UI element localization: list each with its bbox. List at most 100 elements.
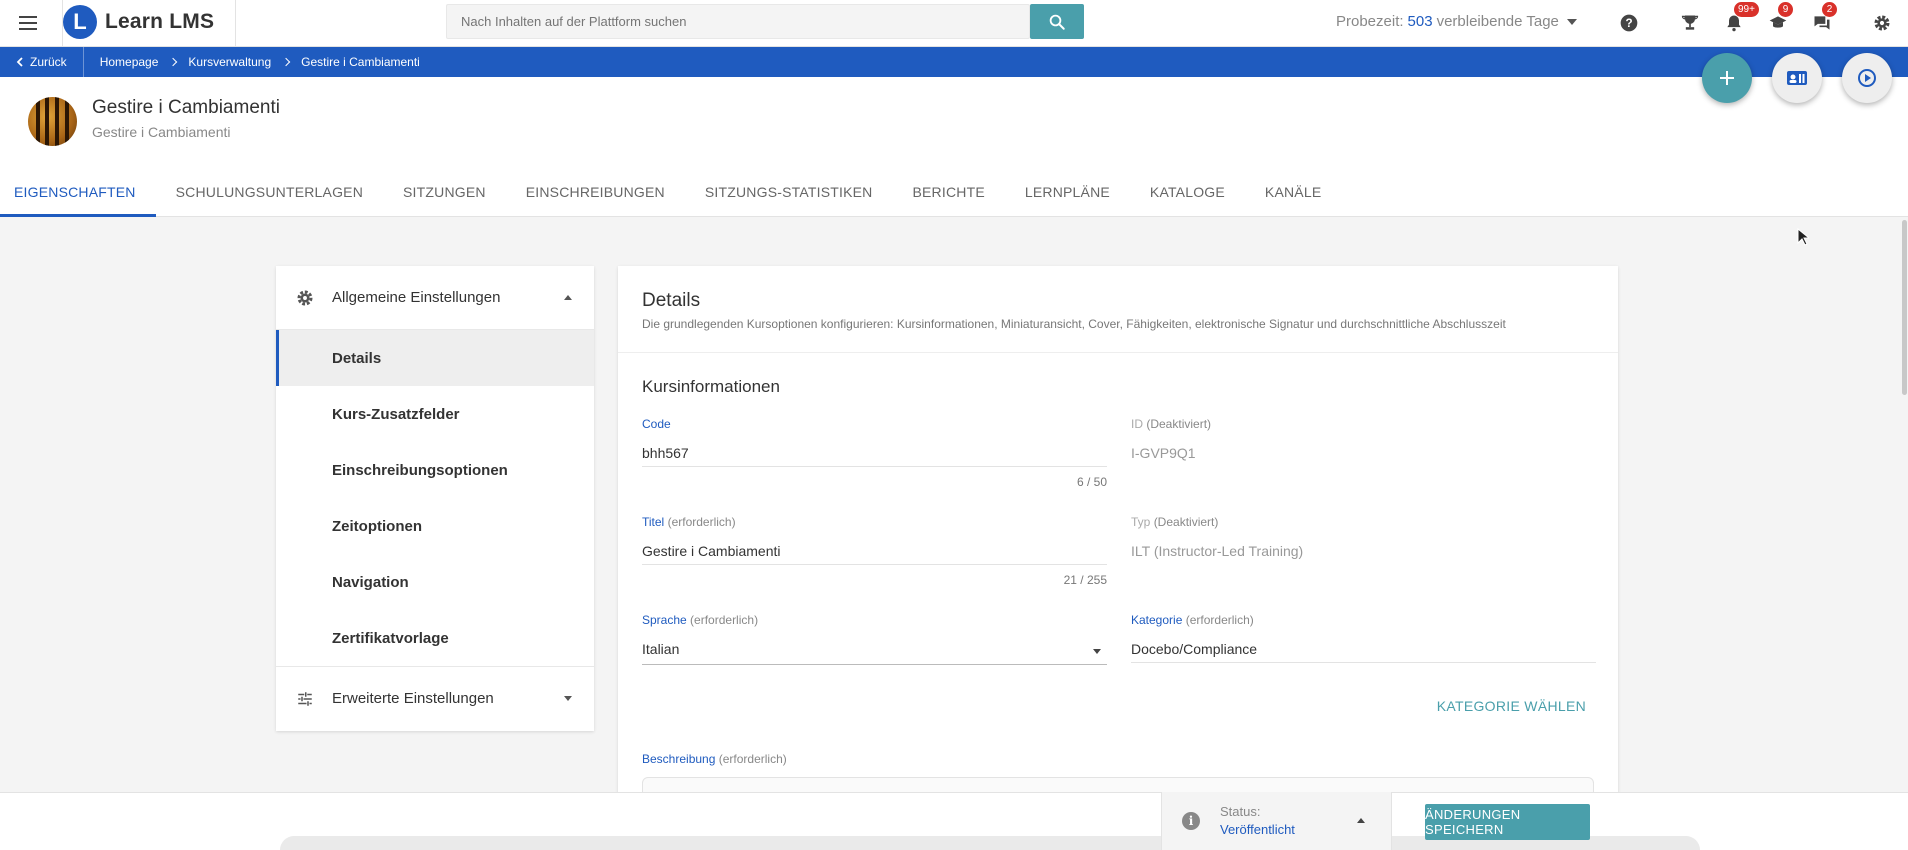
language-label-text: Sprache xyxy=(642,613,687,627)
id-label: ID (Deaktiviert) xyxy=(1131,417,1596,431)
tab-sitzungen[interactable]: SITZUNGEN xyxy=(383,177,506,217)
save-changes-button[interactable]: ÄNDERUNGEN SPEICHERN xyxy=(1425,804,1590,840)
breadcrumb-item-homepage[interactable]: Homepage xyxy=(100,55,159,69)
chevron-down-icon xyxy=(564,696,572,701)
gear-icon xyxy=(297,290,313,306)
messages-badge: 9 xyxy=(1778,2,1793,17)
tab-lernplaene[interactable]: LERNPLÄNE xyxy=(1005,177,1130,217)
description-hint: (erforderlich) xyxy=(718,752,787,766)
trial-prefix: Probezeit: xyxy=(1336,13,1404,30)
settings-sidebar: Allgemeine Einstellungen Details Kurs-Zu… xyxy=(276,266,594,731)
tab-einschreibungen[interactable]: EINSCHREIBUNGEN xyxy=(506,177,685,217)
search-button[interactable] xyxy=(1030,4,1084,39)
description-label: Beschreibung (erforderlich) xyxy=(642,752,1107,766)
search-box xyxy=(446,4,1030,39)
title-counter: 21 / 255 xyxy=(1063,573,1107,587)
sidebar-item-course-fields[interactable]: Kurs-Zusatzfelder xyxy=(276,386,594,442)
language-field: Sprache (erforderlich) Italian xyxy=(642,613,1107,665)
divider xyxy=(235,0,236,47)
help-icon[interactable]: ? xyxy=(1617,11,1641,35)
code-label: Code xyxy=(642,417,671,431)
category-hint: (erforderlich) xyxy=(1185,613,1254,627)
gear-icon[interactable] xyxy=(1870,11,1894,35)
description-label-text: Beschreibung xyxy=(642,752,716,766)
chevron-down-icon xyxy=(1093,649,1101,654)
tab-sitzungs-statistiken[interactable]: SITZUNGS-STATISTIKEN xyxy=(685,177,893,217)
notifications-badge: 99+ xyxy=(1734,2,1759,17)
type-label: Typ (Deaktiviert) xyxy=(1131,515,1596,529)
tab-eigenschaften[interactable]: EIGENSCHAFTEN xyxy=(0,177,156,217)
sidebar-item-enrollment-options[interactable]: Einschreibungsoptionen xyxy=(276,442,594,498)
chevron-up-icon xyxy=(564,295,572,300)
mouse-cursor-icon xyxy=(1797,228,1809,246)
language-select[interactable]: Italian xyxy=(642,641,1107,665)
app-logo[interactable]: L Learn LMS xyxy=(63,5,214,39)
course-thumbnail xyxy=(28,97,77,146)
title-field: Titel (erforderlich) Gestire i Cambiamen… xyxy=(642,515,1107,587)
course-header: Gestire i Cambiamenti Gestire i Cambiame… xyxy=(0,77,1908,217)
top-bar: L Learn LMS Probezeit: 503 verbleibende … xyxy=(0,0,1908,47)
page-scrollbar[interactable] xyxy=(1902,220,1907,395)
trial-dropdown[interactable]: Probezeit: 503 verbleibende Tage xyxy=(1336,13,1577,30)
advanced-settings-label: Erweiterte Einstellungen xyxy=(332,690,494,707)
details-panel: Details Die grundlegenden Kursoptionen k… xyxy=(618,266,1618,796)
tab-berichte[interactable]: BERICHTE xyxy=(892,177,1004,217)
trial-days: 503 xyxy=(1407,13,1433,30)
add-button[interactable] xyxy=(1702,53,1752,103)
graduation-icon[interactable]: 9 xyxy=(1766,2,1793,35)
status-dropdown[interactable]: i Status: Veröffentlicht xyxy=(1161,792,1392,850)
id-card-icon xyxy=(1787,71,1807,85)
type-label-text: Typ xyxy=(1131,515,1151,529)
page-subtitle: Gestire i Cambiamenti xyxy=(92,124,231,140)
tab-schulungsunterlagen[interactable]: SCHULUNGSUNTERLAGEN xyxy=(156,177,383,217)
chevron-right-icon xyxy=(169,57,178,67)
back-label: Zurück xyxy=(30,55,67,69)
code-input[interactable]: bhh567 xyxy=(642,445,1107,467)
sidebar-item-time-options[interactable]: Zeitoptionen xyxy=(276,498,594,554)
details-header: Details Die grundlegenden Kursoptionen k… xyxy=(618,266,1618,353)
details-description: Die grundlegenden Kursoptionen konfiguri… xyxy=(642,317,1506,331)
advanced-settings-header[interactable]: Erweiterte Einstellungen xyxy=(276,666,594,730)
id-label-text: ID xyxy=(1131,417,1143,431)
language-label: Sprache (erforderlich) xyxy=(642,613,1107,627)
play-button[interactable] xyxy=(1842,53,1892,103)
svg-text:?: ? xyxy=(1625,17,1632,30)
app-name: Learn LMS xyxy=(105,10,215,33)
id-field: ID (Deaktiviert) I-GVP9Q1 xyxy=(1131,417,1596,467)
sidebar-item-details[interactable]: Details xyxy=(276,330,594,386)
title-hint: (erforderlich) xyxy=(667,515,736,529)
title-label: Titel (erforderlich) xyxy=(642,515,1107,529)
catalog-button[interactable] xyxy=(1772,53,1822,103)
status-label: Status: xyxy=(1220,804,1261,819)
chevron-up-icon xyxy=(1357,818,1365,823)
id-hint: (Deaktiviert) xyxy=(1146,417,1212,431)
breadcrumb-item-current: Gestire i Cambiamenti xyxy=(301,55,420,69)
sidebar-item-certificate-template[interactable]: Zertifikatvorlage xyxy=(276,610,594,666)
title-input[interactable]: Gestire i Cambiamenti xyxy=(642,543,1107,565)
tab-kataloge[interactable]: KATALOGE xyxy=(1130,177,1245,217)
general-settings-header[interactable]: Allgemeine Einstellungen xyxy=(276,266,594,330)
choose-category-button[interactable]: KATEGORIE WÄHLEN xyxy=(1437,698,1586,714)
tab-kanaele[interactable]: KANÄLE xyxy=(1245,177,1341,217)
trophy-icon[interactable] xyxy=(1678,11,1702,35)
language-value: Italian xyxy=(642,641,680,657)
page-title: Gestire i Cambiamenti xyxy=(92,97,280,118)
plus-icon xyxy=(1720,71,1734,85)
type-field: Typ (Deaktiviert) ILT (Instructor-Led Tr… xyxy=(1131,515,1596,565)
type-value: ILT (Instructor-Led Training) xyxy=(1131,543,1304,559)
chat-icon[interactable]: 2 xyxy=(1810,2,1837,35)
category-value: Docebo/Compliance xyxy=(1131,641,1596,663)
back-button[interactable]: Zurück xyxy=(0,47,84,77)
category-label: Kategorie (erforderlich) xyxy=(1131,613,1596,627)
bell-icon[interactable]: 99+ xyxy=(1722,2,1759,35)
id-value: I-GVP9Q1 xyxy=(1131,445,1196,461)
search-input[interactable] xyxy=(447,5,1029,38)
breadcrumb: Zurück Homepage Kursverwaltung Gestire i… xyxy=(0,47,1908,77)
section-title: Kursinformationen xyxy=(642,377,780,396)
trial-suffix: verbleibende Tage xyxy=(1436,13,1559,30)
breadcrumb-item-course-management[interactable]: Kursverwaltung xyxy=(188,55,271,69)
sidebar-item-navigation[interactable]: Navigation xyxy=(276,554,594,610)
code-field: Code bhh567 6 / 50 xyxy=(642,417,1107,489)
type-hint: (Deaktiviert) xyxy=(1153,515,1219,529)
menu-icon[interactable] xyxy=(14,10,42,36)
